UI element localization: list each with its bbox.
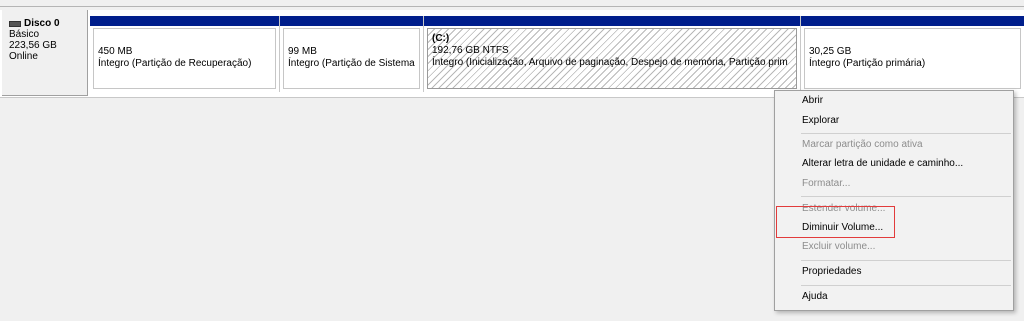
partition-status: Íntegro (Partição de Recuperação) — [98, 58, 252, 69]
partition-body: 450 MB Íntegro (Partição de Recuperação) — [93, 28, 276, 89]
partition-primary[interactable]: 30,25 GB Íntegro (Partição primária) — [801, 16, 1024, 92]
partition-c-drive[interactable]: (C:) 192,76 GB NTFS Íntegro (Inicializaç… — [424, 16, 800, 92]
partition-body: 30,25 GB Íntegro (Partição primária) — [804, 28, 1021, 89]
menu-item-formatar[interactable]: Formatar... — [775, 175, 1013, 193]
partition-volume-name: (C:) — [432, 33, 450, 44]
disk-name: Disco 0 — [24, 18, 60, 29]
partition-status: Íntegro (Inicialização, Arquivo de pagin… — [432, 57, 788, 68]
disk-status: Online — [9, 51, 38, 62]
disk-type: Básico — [9, 29, 40, 40]
partition-recovery[interactable]: 450 MB Íntegro (Partição de Recuperação) — [90, 16, 279, 92]
disk-name-row: Disco 0 — [9, 18, 87, 29]
partition-status: Íntegro (Partição de Sistema — [288, 58, 415, 69]
menu-separator — [801, 260, 1011, 261]
partition-header-bar — [280, 16, 423, 26]
partition-size: 30,25 GB — [809, 46, 852, 57]
partition-header-bar — [801, 16, 1024, 26]
partition-size: 450 MB — [98, 46, 133, 57]
partition-status: Íntegro (Partição primária) — [809, 58, 926, 69]
partition-size: 99 MB — [288, 46, 317, 57]
partition-header-bar — [424, 16, 800, 26]
menu-item-explorar[interactable]: Explorar — [775, 112, 1013, 130]
menu-separator — [801, 133, 1011, 134]
menu-item-marcar-ativa[interactable]: Marcar partição como ativa — [775, 136, 1013, 154]
menu-item-alterar-letra[interactable]: Alterar letra de unidade e caminho... — [775, 155, 1013, 173]
partition-size: 192,76 GB NTFS — [432, 45, 509, 56]
menu-item-excluir-volume[interactable]: Excluir volume... — [775, 238, 1013, 256]
context-menu: Abrir Explorar Marcar partição como ativ… — [774, 90, 1014, 311]
partition-body: (C:) 192,76 GB NTFS Íntegro (Inicializaç… — [427, 28, 797, 89]
partition-header-bar — [90, 16, 279, 26]
menu-item-ajuda[interactable]: Ajuda — [775, 288, 1013, 306]
partition-body: 99 MB Íntegro (Partição de Sistema — [283, 28, 420, 89]
menu-separator — [801, 285, 1011, 286]
disk-size: 223,56 GB — [9, 40, 57, 51]
highlight-annotation-box — [776, 206, 895, 238]
top-divider — [0, 0, 1024, 7]
partition-system[interactable]: 99 MB Íntegro (Partição de Sistema — [280, 16, 423, 92]
disk-icon — [9, 20, 21, 27]
menu-separator — [801, 196, 1011, 197]
menu-item-abrir[interactable]: Abrir — [775, 92, 1013, 110]
disk-label[interactable]: Disco 0 Básico 223,56 GB Online — [2, 10, 88, 96]
menu-item-propriedades[interactable]: Propriedades — [775, 263, 1013, 281]
